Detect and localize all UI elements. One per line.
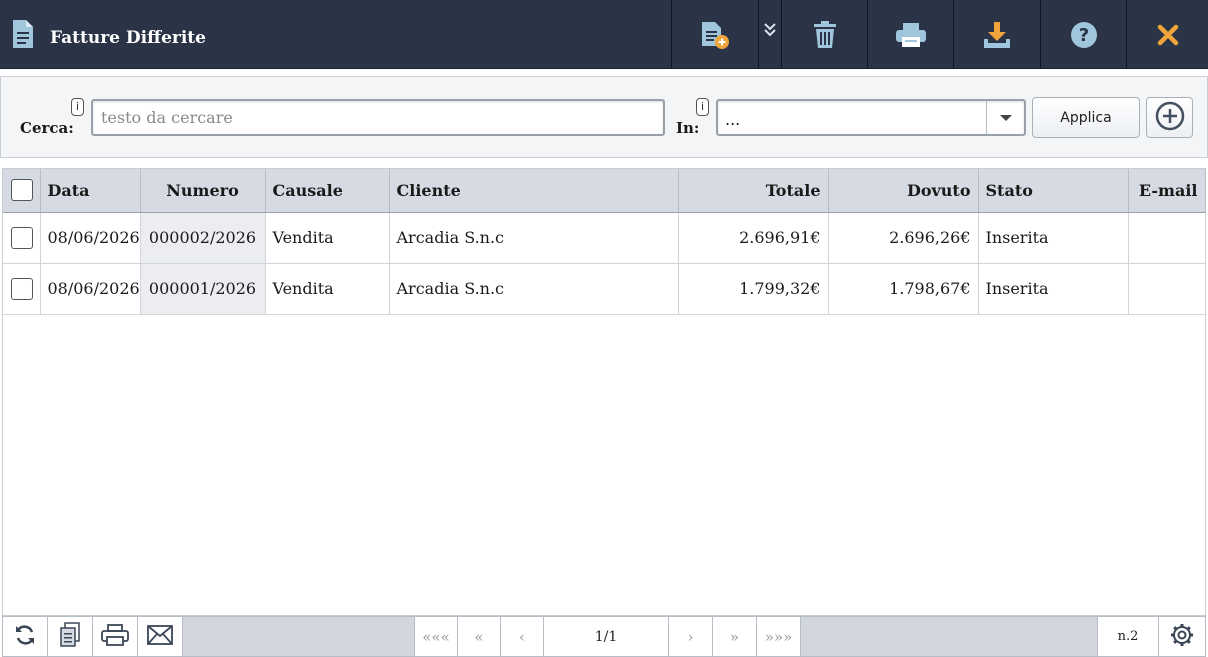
trash-icon [812,20,838,49]
refresh-icon [13,623,37,651]
last-page-button[interactable]: »»» [757,617,801,656]
envelope-icon [147,624,173,649]
help-icon: ? [1070,21,1098,49]
row-select-cell [3,212,41,264]
copy-button[interactable] [48,617,93,656]
svg-text:?: ? [1078,25,1088,46]
previous-page-button[interactable]: ‹ [501,617,544,656]
document-icon [11,19,35,49]
email-button[interactable] [138,617,183,656]
row-checkbox[interactable] [11,226,33,249]
cell-cliente[interactable]: Arcadia S.n.c [389,263,679,315]
help-button[interactable]: ? [1040,0,1126,69]
search-info-icon[interactable]: i [71,98,84,116]
column-header-causale[interactable]: Causale [265,169,390,213]
in-info-icon[interactable]: i [696,98,709,116]
cell-email[interactable] [1128,263,1206,315]
new-document-icon [699,20,731,50]
search-field-selected: ... [725,110,741,129]
close-icon [1157,24,1179,46]
delete-button[interactable] [781,0,867,69]
download-icon [983,21,1011,49]
settings-button[interactable] [1159,617,1205,656]
double-chevron-down-icon [763,22,777,38]
column-header-cliente[interactable]: Cliente [389,169,679,213]
invoice-table: Data Numero Causale Cliente Totale Dovut… [3,169,1206,315]
new-document-button[interactable] [671,0,758,69]
more-options-button[interactable] [758,0,781,69]
toolbar-spacer-right [801,617,1098,656]
cell-numero[interactable]: 000001/2026 [140,263,266,315]
search-input[interactable] [91,99,665,136]
column-header-dovuto[interactable]: Dovuto [828,169,979,213]
bottom-toolbar: ««« « ‹ 1/1 › » »»» n.2 [2,616,1206,657]
search-label: Cerca: [20,119,74,137]
next-pages-button[interactable]: » [713,617,757,656]
table-header-row: Data Numero Causale Cliente Totale Dovut… [3,169,1206,213]
printer-icon [895,22,927,48]
row-select-cell [3,263,41,315]
cell-totale[interactable]: 1.799,32€ [678,263,829,315]
column-header-stato[interactable]: Stato [978,169,1129,213]
print-button[interactable] [867,0,953,69]
search-field-select[interactable]: ... [716,99,1026,136]
plus-circle-icon [1155,101,1185,135]
cell-data[interactable]: 08/06/2026 [40,212,141,264]
column-header-email[interactable]: E-mail [1128,169,1206,213]
download-button[interactable] [953,0,1040,69]
select-all-checkbox[interactable] [11,179,33,202]
close-button[interactable] [1126,0,1208,69]
page-indicator: 1/1 [544,617,669,656]
cell-stato[interactable]: Inserita [978,263,1129,315]
cell-data[interactable]: 08/06/2026 [40,263,141,315]
table-row[interactable]: 08/06/2026 000001/2026 Vendita Arcadia S… [3,263,1206,315]
next-page-button[interactable]: › [669,617,713,656]
table-row[interactable]: 08/06/2026 000002/2026 Vendita Arcadia S… [3,212,1206,264]
in-label: In: [676,119,700,137]
copy-icon [59,621,81,652]
title-bar: Fatture Differite ? [0,0,1208,69]
column-header-totale[interactable]: Totale [678,169,829,213]
search-bar: Cerca: i In: i ... Applica [0,76,1208,158]
cell-dovuto[interactable]: 2.696,26€ [828,212,979,264]
first-page-button[interactable]: ««« [415,617,458,656]
cell-cliente[interactable]: Arcadia S.n.c [389,212,679,264]
column-header-numero[interactable]: Numero [140,169,266,213]
print-list-button[interactable] [93,617,138,656]
gear-icon [1170,623,1194,651]
previous-pages-button[interactable]: « [458,617,501,656]
apply-button[interactable]: Applica [1032,97,1140,138]
cell-email[interactable] [1128,212,1206,264]
cell-causale[interactable]: Vendita [265,263,390,315]
cell-numero[interactable]: 000002/2026 [140,212,266,264]
window-title: Fatture Differite [50,28,206,48]
record-count: n.2 [1098,617,1159,656]
invoice-grid: Data Numero Causale Cliente Totale Dovut… [2,168,1206,616]
column-header-data[interactable]: Data [40,169,141,213]
refresh-button[interactable] [3,617,48,656]
cell-totale[interactable]: 2.696,91€ [678,212,829,264]
row-checkbox[interactable] [11,277,33,300]
printer-icon [101,623,129,650]
add-filter-button[interactable] [1146,97,1193,138]
cell-dovuto[interactable]: 1.798,67€ [828,263,979,315]
dropdown-arrow-icon[interactable] [986,101,1024,134]
cell-stato[interactable]: Inserita [978,212,1129,264]
toolbar-spacer-left [183,617,415,656]
cell-causale[interactable]: Vendita [265,212,390,264]
select-all-cell [3,169,41,213]
